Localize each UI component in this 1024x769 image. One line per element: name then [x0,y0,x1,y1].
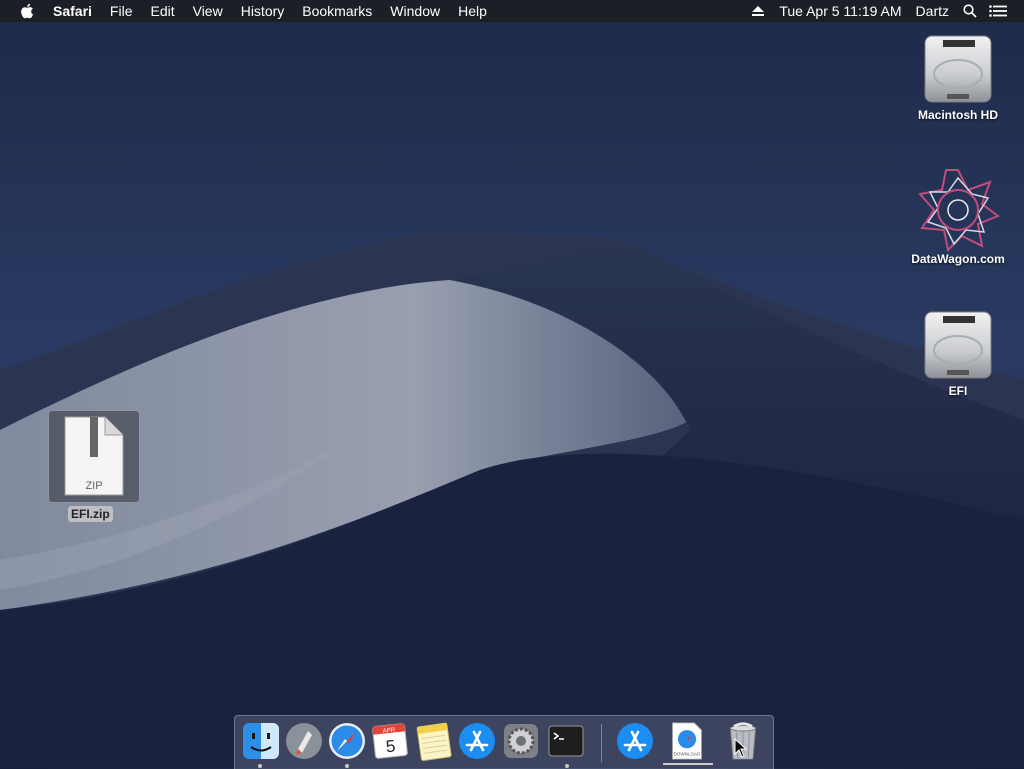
desktop-icon-label: Macintosh HD [917,108,998,122]
download-label: DOWNLOAD [674,752,701,757]
running-indicator [565,764,569,768]
menu-bookmarks[interactable]: Bookmarks [293,0,381,22]
calendar-day: 5 [385,737,396,757]
app-store-icon[interactable] [457,721,497,761]
notes-icon[interactable] [413,721,453,761]
user-name[interactable]: Dartz [909,0,956,22]
menu-window[interactable]: Window [381,0,449,22]
menu-bar: Safari File Edit View History Bookmarks … [0,0,1024,22]
apple-menu-icon[interactable] [0,3,44,19]
zip-file-icon: ZIP [64,416,124,496]
safari-download-icon[interactable]: DOWNLOAD [667,721,707,761]
app-store-download-icon[interactable] [615,721,655,761]
menu-history[interactable]: History [232,0,294,22]
menu-file[interactable]: File [101,0,142,22]
desktop-icon-datawagon[interactable]: DataWagon.com [900,168,1016,266]
datawagon-logo-icon [918,169,1000,252]
eject-icon[interactable] [744,0,772,22]
running-indicator [345,764,349,768]
app-menu-safari[interactable]: Safari [44,0,101,22]
menu-edit[interactable]: Edit [141,0,183,22]
desktop-icon-efi-zip[interactable]: ZIP [48,410,140,503]
launchpad-icon[interactable] [284,721,324,761]
desktop-icon-label: EFI [948,384,968,398]
terminal-icon[interactable] [546,721,586,761]
dock-separator [601,724,602,762]
system-preferences-icon[interactable] [501,721,541,761]
hard-drive-icon [924,311,992,379]
finder-icon[interactable] [241,721,281,761]
notification-center-icon[interactable] [984,0,1012,22]
desktop-icon-efi[interactable]: EFI [908,306,1008,398]
spotlight-search-icon[interactable] [956,0,984,22]
download-progress-bar [663,763,713,765]
zip-type-label: ZIP [85,480,102,492]
desktop-icon-label: DataWagon.com [911,252,1005,266]
calendar-icon[interactable]: APR 5 [370,721,410,761]
running-indicator [258,764,262,768]
hard-drive-icon [924,35,992,103]
menu-help[interactable]: Help [449,0,496,22]
clock[interactable]: Tue Apr 5 11:19 AM [772,0,908,22]
desktop-icon-label: EFI.zip [68,506,113,522]
dock: APR 5 DOWNLOAD [234,715,774,769]
menu-view[interactable]: View [184,0,232,22]
mouse-cursor-icon [734,738,748,758]
desktop-wallpaper [0,0,1024,768]
desktop-icon-macintosh-hd[interactable]: Macintosh HD [908,30,1008,122]
safari-icon[interactable] [327,721,367,761]
